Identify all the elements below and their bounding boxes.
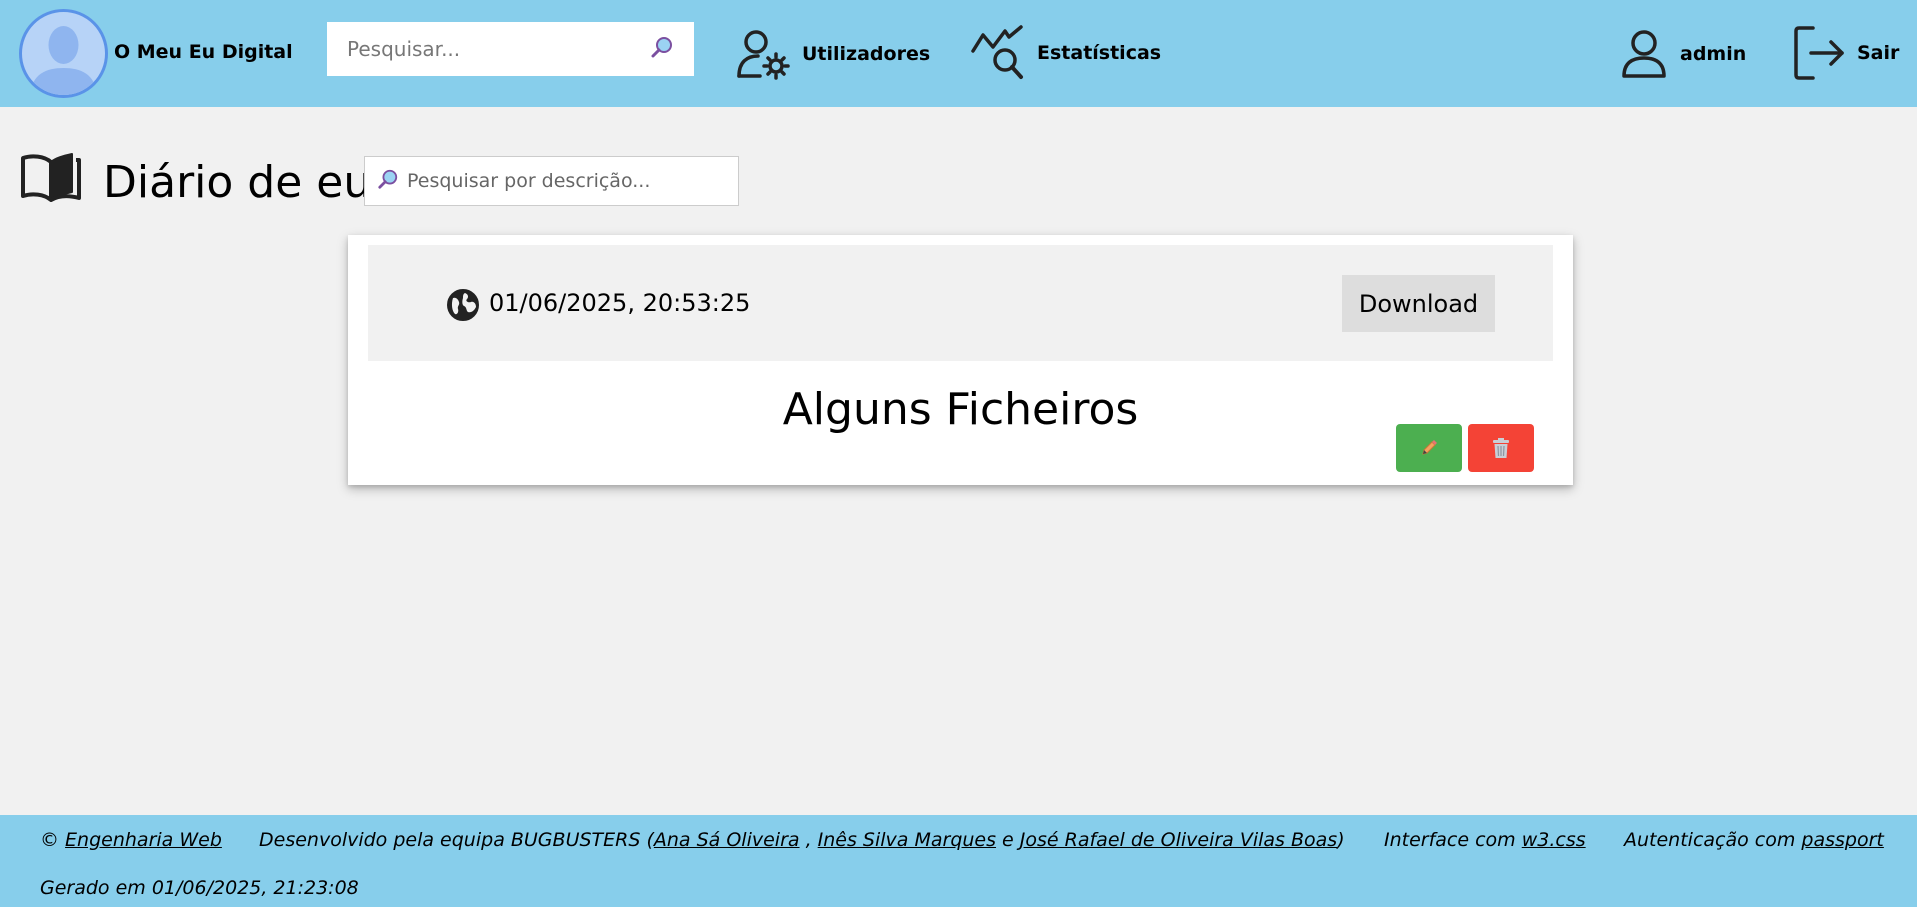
- trash-icon: [1493, 438, 1509, 458]
- footer-dev-link-1[interactable]: Ana Sá Oliveira: [654, 829, 800, 851]
- footer-auth: Autenticação com passport: [1624, 829, 1884, 851]
- footer-interface-prefix: Interface com: [1384, 829, 1522, 851]
- description-search-input[interactable]: [407, 170, 727, 192]
- nav-users-label: Utilizadores: [802, 43, 931, 65]
- nav-profile[interactable]: admin: [1620, 28, 1746, 80]
- open-book-icon: [20, 150, 82, 206]
- entry-datetime: 01/06/2025, 20:53:25: [489, 289, 751, 317]
- avatar[interactable]: [19, 9, 108, 98]
- download-button[interactable]: Download: [1342, 275, 1495, 332]
- diary-entry-card: [348, 235, 1573, 485]
- user-avatar-icon: [30, 26, 97, 95]
- nav-statistics-label: Estatísticas: [1037, 42, 1162, 64]
- footer: © Engenharia Web Desenvolvido pela equip…: [0, 815, 1917, 907]
- statistics-search-icon: [971, 25, 1023, 79]
- copyright-symbol: ©: [40, 829, 59, 851]
- page-title: Diário de eu: [103, 157, 372, 208]
- footer-developers: Desenvolvido pela equipa BUGBUSTERS (Ana…: [259, 829, 1345, 851]
- navbar: O Meu Eu Digital Utilizadores: [0, 0, 1917, 107]
- search-icon: [377, 168, 399, 194]
- footer-course-link[interactable]: Engenharia Web: [65, 829, 222, 851]
- user-icon: [1622, 30, 1666, 78]
- footer-interface: Interface com w3.css: [1384, 829, 1586, 851]
- entry-title: Alguns Ficheiros: [782, 384, 1139, 435]
- nav-statistics[interactable]: Estatísticas: [971, 25, 1161, 81]
- footer-generated: Gerado em 01/06/2025, 21:23:08: [40, 877, 359, 899]
- footer-dev-link-3[interactable]: José Rafael de Oliveira Vilas Boas: [1020, 829, 1337, 851]
- footer-copyright: © Engenharia Web: [40, 829, 222, 851]
- global-search: [327, 22, 694, 76]
- footer-passport-link[interactable]: passport: [1801, 829, 1883, 851]
- logout-label: Sair: [1857, 42, 1900, 64]
- delete-button[interactable]: [1468, 424, 1534, 472]
- footer-developed-prefix: Desenvolvido pela equipa BUGBUSTERS (: [259, 829, 654, 851]
- footer-w3css-link[interactable]: w3.css: [1522, 829, 1586, 851]
- nav-username: admin: [1680, 43, 1747, 65]
- footer-sep-1: ,: [799, 829, 818, 851]
- users-settings-icon: [737, 30, 790, 80]
- footer-sep-2: e: [996, 829, 1020, 851]
- pencil-icon: [1422, 440, 1437, 455]
- description-search: [364, 156, 739, 206]
- search-icon[interactable]: [650, 35, 674, 63]
- footer-developed-suffix: ): [1337, 829, 1345, 851]
- edit-button[interactable]: [1396, 424, 1462, 472]
- brand-name[interactable]: O Meu Eu Digital: [114, 37, 293, 67]
- footer-dev-link-2[interactable]: Inês Silva Marques: [818, 829, 996, 851]
- footer-auth-prefix: Autenticação com: [1624, 829, 1802, 851]
- global-search-input[interactable]: [347, 37, 617, 61]
- logout-button[interactable]: Sair: [1793, 25, 1899, 81]
- logout-icon: [1794, 26, 1844, 80]
- globe-icon: [447, 289, 479, 325]
- nav-users[interactable]: Utilizadores: [736, 28, 930, 80]
